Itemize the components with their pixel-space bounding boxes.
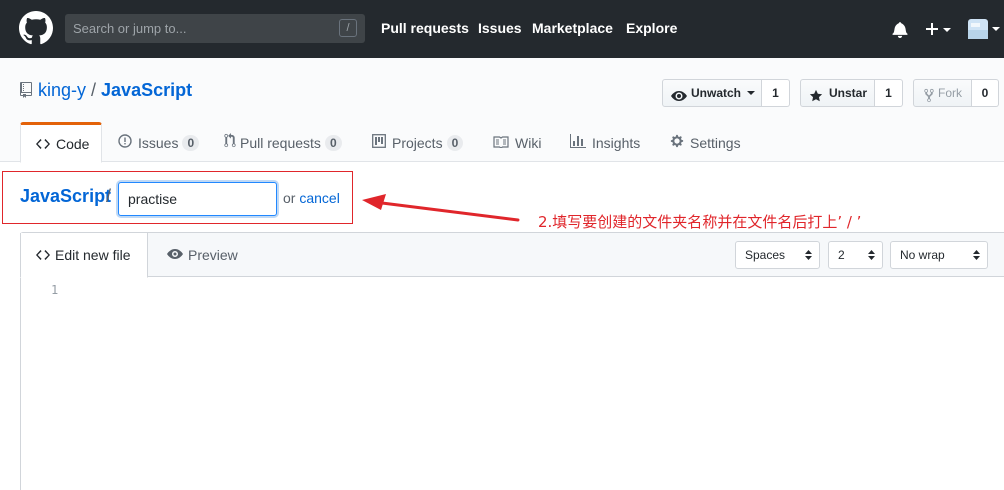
- tab-issues[interactable]: Issues 0: [118, 122, 200, 164]
- graph-icon: [570, 122, 586, 164]
- repo-header: king-y / JavaScript Unwatch 1 Unstar 1 For…: [0, 58, 1004, 164]
- line-number: 1: [51, 283, 59, 297]
- tab-insights-label: Insights: [592, 135, 641, 151]
- tab-issues-label: Issues: [138, 135, 179, 151]
- repo-book-icon: [20, 82, 32, 101]
- tab-settings[interactable]: Settings: [670, 122, 741, 163]
- eye-icon: [671, 86, 687, 112]
- preview-tab-label: Preview: [188, 247, 238, 263]
- tab-pull-requests[interactable]: Pull requests 0: [224, 122, 342, 163]
- filename-input[interactable]: [119, 183, 276, 215]
- indent-mode-value: Spaces: [745, 248, 786, 262]
- tab-code-label: Code: [56, 136, 90, 152]
- code-icon: [36, 233, 50, 277]
- fork-icon: [924, 86, 934, 112]
- repo-name-link[interactable]: JavaScript: [101, 80, 192, 100]
- projects-count-badge: 0: [446, 135, 464, 152]
- tab-wiki-label: Wiki: [515, 135, 542, 151]
- select-caret-icon: [868, 250, 875, 260]
- star-count[interactable]: 1: [875, 79, 903, 107]
- tab-projects[interactable]: Projects 0: [372, 122, 464, 164]
- code-icon: [36, 125, 50, 163]
- annotation-arrow: [362, 194, 520, 222]
- unstar-label: Unstar: [829, 86, 868, 100]
- unstar-button[interactable]: Unstar: [800, 79, 875, 107]
- fork-label: Fork: [938, 86, 962, 100]
- repo-owner-link[interactable]: king-y: [38, 80, 86, 100]
- repo-title: king-y / JavaScript: [38, 80, 192, 101]
- search-shortcut-key: /: [339, 19, 357, 37]
- repo-title-separator: /: [91, 80, 97, 100]
- fork-count[interactable]: 0: [972, 79, 999, 107]
- cancel-link[interactable]: cancel: [299, 190, 339, 206]
- indent-size-value: 2: [838, 248, 845, 262]
- github-logo-icon[interactable]: [19, 11, 53, 45]
- book-icon: [493, 122, 509, 164]
- annotation-text: 2.填写要创建的文件夹名称并在文件名后打上’ / ’: [538, 213, 862, 231]
- global-header: / Pull requests Issues Marketplace Explo…: [0, 0, 1004, 58]
- eye-icon: [167, 233, 183, 277]
- tab-preview[interactable]: Preview: [167, 233, 238, 278]
- nav-pull-requests[interactable]: Pull requests: [381, 20, 469, 36]
- tab-settings-label: Settings: [690, 135, 741, 151]
- line-wrap-value: No wrap: [900, 248, 945, 262]
- nav-issues[interactable]: Issues: [478, 20, 522, 36]
- search-input[interactable]: [65, 14, 335, 43]
- global-search[interactable]: /: [65, 14, 365, 43]
- git-pull-request-icon: [224, 122, 236, 164]
- indent-mode-select[interactable]: Spaces: [735, 241, 820, 269]
- unwatch-button[interactable]: Unwatch: [662, 79, 762, 107]
- file-editor: Edit new file Preview Spaces 2 No wrap 1: [20, 232, 1004, 490]
- chevron-down-icon: [747, 79, 756, 105]
- tab-projects-label: Projects: [392, 135, 443, 151]
- gear-icon: [670, 122, 684, 164]
- nav-marketplace[interactable]: Marketplace: [532, 20, 613, 36]
- tab-pull-requests-label: Pull requests: [240, 135, 321, 151]
- select-caret-icon: [805, 250, 812, 260]
- pull-requests-count-badge: 0: [324, 135, 342, 152]
- unwatch-label: Unwatch: [691, 86, 742, 100]
- breadcrumb-repo-link[interactable]: JavaScript: [20, 186, 111, 207]
- issue-opened-icon: [118, 122, 132, 164]
- tab-wiki[interactable]: Wiki: [493, 122, 541, 163]
- cancel-wrapper: or cancel: [283, 190, 340, 206]
- fork-button[interactable]: Fork: [913, 79, 972, 107]
- nav-explore[interactable]: Explore: [626, 20, 677, 36]
- or-text: or: [283, 190, 296, 206]
- editor-toolbar: Edit new file Preview Spaces 2 No wrap: [20, 233, 1004, 278]
- watch-count[interactable]: 1: [762, 79, 790, 107]
- create-new-plus-icon[interactable]: [925, 21, 953, 40]
- edit-tab-label: Edit new file: [55, 247, 131, 263]
- bell-icon[interactable]: [892, 21, 908, 41]
- breadcrumb-separator: /: [106, 186, 112, 206]
- star-icon: [809, 86, 823, 112]
- tab-code[interactable]: Code: [20, 122, 102, 163]
- issues-count-badge: 0: [182, 135, 200, 152]
- filename-field[interactable]: [118, 182, 277, 216]
- tab-edit-new-file[interactable]: Edit new file: [20, 233, 148, 278]
- select-caret-icon: [973, 250, 980, 260]
- user-avatar-menu[interactable]: [968, 19, 1002, 42]
- project-icon: [372, 122, 386, 164]
- line-wrap-select[interactable]: No wrap: [890, 241, 988, 269]
- tab-insights[interactable]: Insights: [570, 122, 640, 163]
- indent-size-select[interactable]: 2: [828, 241, 883, 269]
